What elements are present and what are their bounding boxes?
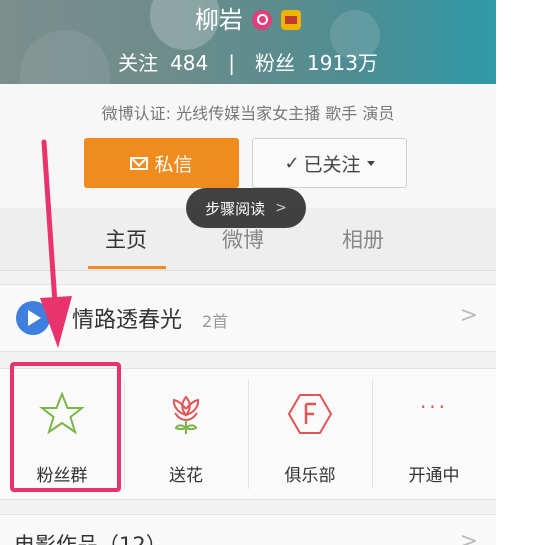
profile-page: 柳岩 关注 484 | 粉丝 1913万 微博认证: 光线传媒当家女主播 歌手 演员 私… — [0, 0, 496, 545]
pointer-arrow-icon — [40, 139, 72, 348]
